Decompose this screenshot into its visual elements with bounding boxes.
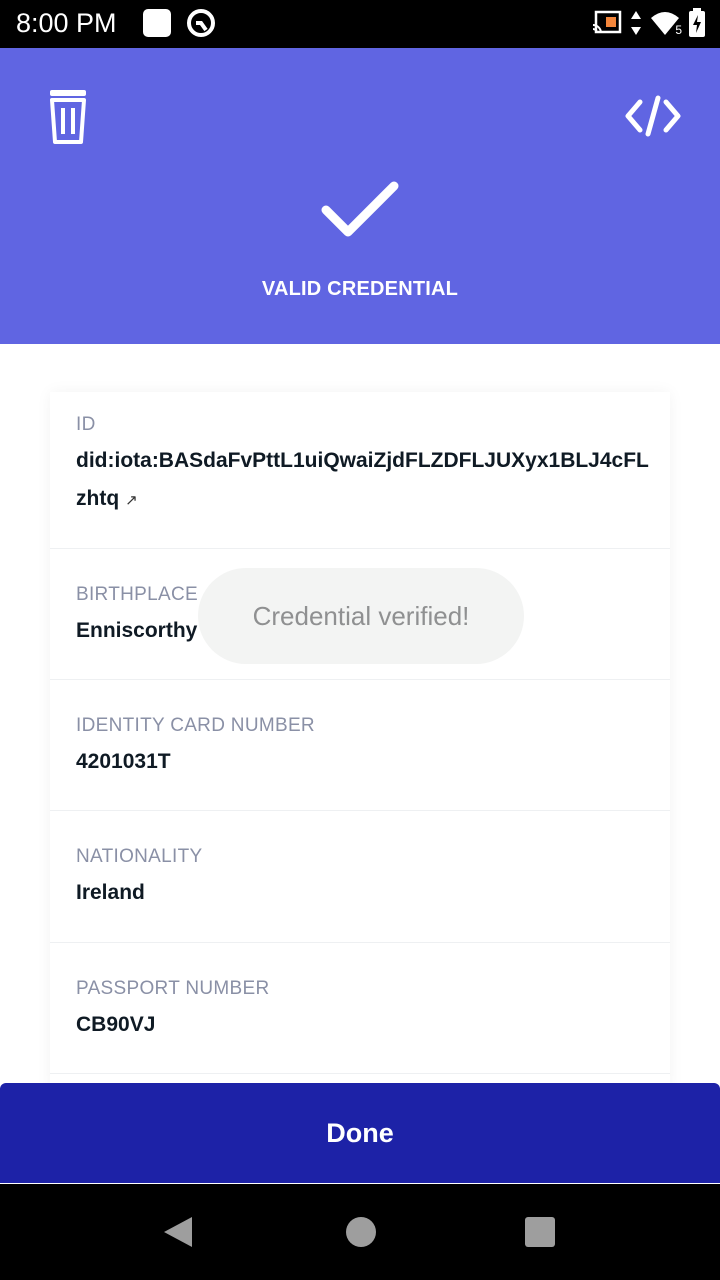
did-link[interactable]: did:iota:BASdaFvPttL1uiQwaiZjdFLZDFLJUXy… <box>76 449 649 510</box>
square-notification-icon <box>143 9 171 37</box>
back-icon[interactable] <box>162 1216 194 1248</box>
field-row-nationality: NATIONALITY Ireland <box>50 810 670 943</box>
status-bar: 8:00 PM 5 <box>0 0 720 48</box>
credential-status-title: VALID CREDENTIAL <box>261 278 459 300</box>
field-value[interactable]: did:iota:BASdaFvPttL1uiQwaiZjdFLZDFLJUXy… <box>76 442 656 520</box>
field-label: BIRTHPLACE <box>76 584 198 605</box>
field-row-passport-number: PASSPORT NUMBER CB90VJ <box>50 942 670 1074</box>
done-button[interactable]: Done <box>0 1083 720 1183</box>
status-left-icons <box>142 8 216 38</box>
field-label: ID <box>76 414 96 435</box>
field-value: CB90VJ <box>76 1013 156 1036</box>
data-arrows-icon <box>631 11 641 35</box>
field-value: Ireland <box>76 881 145 904</box>
wifi-badge: 5 <box>675 23 682 37</box>
field-label: IDENTITY CARD NUMBER <box>76 715 315 736</box>
field-value: 4201031T <box>76 750 171 773</box>
field-label: PASSPORT NUMBER <box>76 978 270 999</box>
delete-button[interactable] <box>44 88 92 144</box>
trash-icon <box>50 90 86 144</box>
view-code-button[interactable] <box>624 92 682 140</box>
status-time: 8:00 PM <box>16 8 117 38</box>
credential-header: VALID CREDENTIAL <box>0 48 720 344</box>
credential-details-card: ID did:iota:BASdaFvPttL1uiQwaiZjdFLZDFLJ… <box>50 392 670 1092</box>
field-label: NATIONALITY <box>76 846 203 867</box>
cast-icon <box>592 10 622 34</box>
field-row-id: ID did:iota:BASdaFvPttL1uiQwaiZjdFLZDFLJ… <box>50 392 670 549</box>
recents-icon[interactable] <box>525 1217 555 1247</box>
field-row-identity-card-number: IDENTITY CARD NUMBER 4201031T <box>50 679 670 811</box>
toast-message: Credential verified! <box>198 568 524 664</box>
battery-charging-icon <box>689 8 705 37</box>
wifi-icon: 5 <box>650 9 682 37</box>
home-icon[interactable] <box>346 1217 376 1247</box>
status-right-icons: 5 <box>592 8 706 38</box>
circle-notification-icon <box>187 9 215 37</box>
code-icon <box>625 95 681 137</box>
external-link-icon[interactable]: ↗ <box>125 492 138 509</box>
checkmark-icon <box>321 181 399 237</box>
